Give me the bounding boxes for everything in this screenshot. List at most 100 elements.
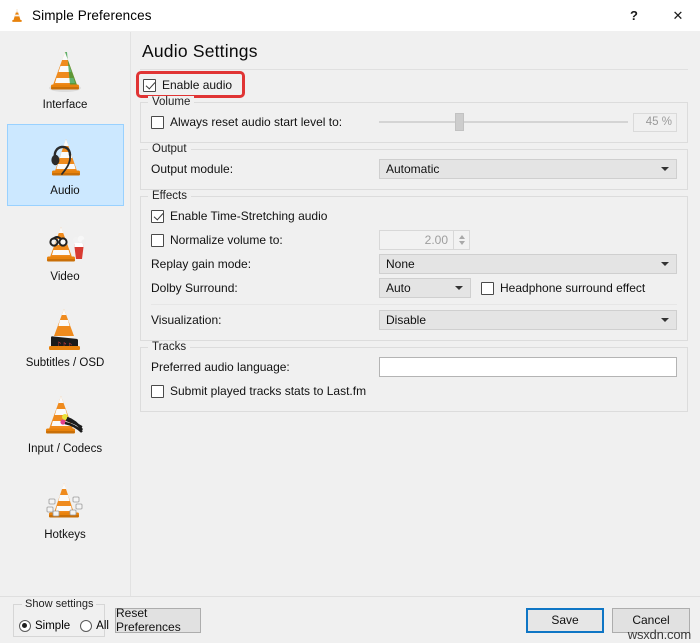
vlc-cone-headphones-icon — [40, 133, 90, 183]
sidebar: Interface Audio Video Subtitles / OSD In… — [0, 32, 131, 596]
vlc-cone-icon — [9, 8, 25, 24]
volume-slider[interactable] — [379, 112, 628, 132]
slider-handle[interactable] — [454, 113, 464, 131]
lastfm-checkbox[interactable]: Submit played tracks stats to Last.fm — [151, 384, 379, 398]
radio-simple[interactable] — [19, 619, 31, 632]
help-button[interactable]: ? — [612, 0, 656, 31]
sidebar-item-subtitles-osd[interactable]: ♪♪♪ Subtitles / OSD — [7, 296, 124, 378]
output-group: Output Output module: Automatic — [140, 142, 688, 190]
output-module-select[interactable]: Automatic — [379, 159, 677, 179]
replay-gain-row: Replay gain mode: None — [151, 254, 677, 275]
dolby-surround-row: Dolby Surround: Auto Headphone surround … — [151, 278, 677, 299]
preferred-language-row: Preferred audio language: — [151, 357, 677, 378]
sidebar-item-hotkeys[interactable]: Hotkeys — [7, 468, 124, 550]
reset-volume-checkbox[interactable]: Always reset audio start level to: — [151, 115, 379, 129]
sidebar-item-label: Subtitles / OSD — [25, 357, 105, 369]
headphone-surround-checkbox[interactable]: Headphone surround effect — [481, 281, 645, 295]
title-divider — [140, 69, 688, 70]
visualization-label: Visualization: — [151, 313, 222, 327]
time-stretch-row: Enable Time-Stretching audio — [151, 206, 677, 227]
output-module-value: Automatic — [386, 162, 440, 176]
dolby-surround-select[interactable]: Auto — [379, 278, 471, 298]
show-settings-radios: Simple All — [14, 619, 109, 632]
normalize-checkbox[interactable]: Normalize volume to: — [151, 233, 379, 247]
sidebar-item-video[interactable]: Video — [7, 210, 124, 292]
replay-gain-value: None — [386, 257, 415, 271]
volume-group: Volume Always reset audio start level to… — [140, 95, 688, 143]
normalize-label: Normalize volume to: — [170, 233, 283, 247]
reset-volume-row: Always reset audio start level to: 45 % — [151, 112, 677, 133]
normalize-row: Normalize volume to: 2.00 — [151, 230, 677, 251]
sidebar-item-label: Input / Codecs — [27, 443, 103, 455]
radio-all-label: All — [96, 619, 109, 632]
reset-preferences-button[interactable]: Reset Preferences — [115, 606, 201, 634]
save-button[interactable]: Save — [526, 607, 604, 633]
chevron-down-icon — [661, 318, 669, 322]
replay-gain-select[interactable]: None — [379, 254, 677, 274]
effects-group: Effects Enable Time-Stretching audio Nor… — [140, 189, 688, 341]
volume-group-title: Volume — [148, 95, 195, 108]
spinner-down-icon[interactable] — [458, 241, 465, 245]
time-stretch-label: Enable Time-Stretching audio — [170, 209, 328, 223]
radio-all[interactable] — [80, 619, 93, 632]
vlc-cone-icon — [40, 47, 90, 97]
close-icon[interactable]: ✕ — [656, 0, 700, 31]
replay-gain-label: Replay gain mode: — [151, 257, 252, 271]
output-module-label: Output module: — [151, 162, 234, 176]
window-title: Simple Preferences — [32, 8, 152, 23]
preferred-language-label-col: Preferred audio language: — [151, 360, 379, 374]
checkbox-box — [151, 115, 164, 129]
effects-group-title: Effects — [148, 189, 191, 202]
lastfm-label: Submit played tracks stats to Last.fm — [170, 384, 367, 398]
radio-simple-label: Simple — [35, 619, 71, 632]
checkbox-box — [151, 209, 164, 223]
watermark: wsxdn.com — [627, 627, 691, 642]
preferred-language-input[interactable] — [379, 357, 677, 377]
vlc-cone-subtitles-icon: ♪♪♪ — [40, 305, 90, 355]
chevron-down-icon — [661, 262, 669, 266]
visualization-label-col: Visualization: — [151, 313, 379, 327]
dolby-surround-value: Auto — [386, 281, 411, 295]
tracks-group: Tracks Preferred audio language: Submit … — [140, 340, 688, 412]
tracks-group-title: Tracks — [148, 340, 191, 353]
main-area: Interface Audio Video Subtitles / OSD In… — [0, 31, 700, 596]
enable-audio-checkbox[interactable]: Enable audio — [143, 78, 232, 92]
checkbox-box — [143, 78, 156, 92]
page-title: Audio Settings — [142, 41, 258, 61]
enable-audio-row: Enable audio — [136, 71, 246, 98]
window-controls: ? ✕ — [612, 0, 700, 31]
sidebar-item-input-codecs[interactable]: Input / Codecs — [7, 382, 124, 464]
spinner-buttons[interactable] — [453, 231, 469, 249]
volume-slider-wrap: 45 % — [379, 112, 677, 132]
dolby-surround-label-col: Dolby Surround: — [151, 281, 379, 295]
sidebar-item-label: Audio — [50, 185, 80, 197]
sidebar-item-audio[interactable]: Audio — [6, 124, 124, 206]
vlc-cone-popcorn-icon — [40, 219, 90, 269]
preferred-language-label: Preferred audio language: — [151, 360, 290, 374]
reset-volume-label: Always reset audio start level to: — [170, 115, 343, 129]
normalize-value: 2.00 — [424, 233, 448, 247]
sidebar-item-interface[interactable]: Interface — [7, 38, 124, 120]
settings-content: Audio Settings Enable audio Volume Alway… — [131, 32, 700, 596]
normalize-spinner[interactable]: 2.00 — [379, 230, 470, 250]
show-settings-group: Show settings Simple All — [13, 597, 109, 637]
sidebar-item-label: Hotkeys — [44, 529, 86, 541]
visualization-select[interactable]: Disable — [379, 310, 677, 330]
time-stretch-checkbox[interactable]: Enable Time-Stretching audio — [151, 209, 379, 223]
output-module-label-col: Output module: — [151, 162, 379, 176]
headphone-surround-label: Headphone surround effect — [500, 281, 646, 295]
visualization-row: Visualization: Disable — [151, 310, 677, 331]
lastfm-row: Submit played tracks stats to Last.fm — [151, 381, 677, 402]
effects-divider — [151, 303, 677, 305]
show-settings-label: Show settings — [22, 597, 97, 610]
vlc-cone-keyboard-icon — [40, 477, 90, 527]
checkbox-box — [151, 384, 164, 398]
slider-track — [379, 121, 628, 123]
checkbox-box — [151, 233, 164, 247]
volume-value: 45 % — [633, 112, 677, 132]
window-titlebar: Simple Preferences ? ✕ — [0, 0, 700, 31]
output-module-row: Output module: Automatic — [151, 159, 677, 180]
chevron-down-icon — [455, 286, 463, 290]
chevron-down-icon — [661, 167, 669, 171]
spinner-up-icon[interactable] — [458, 235, 465, 239]
